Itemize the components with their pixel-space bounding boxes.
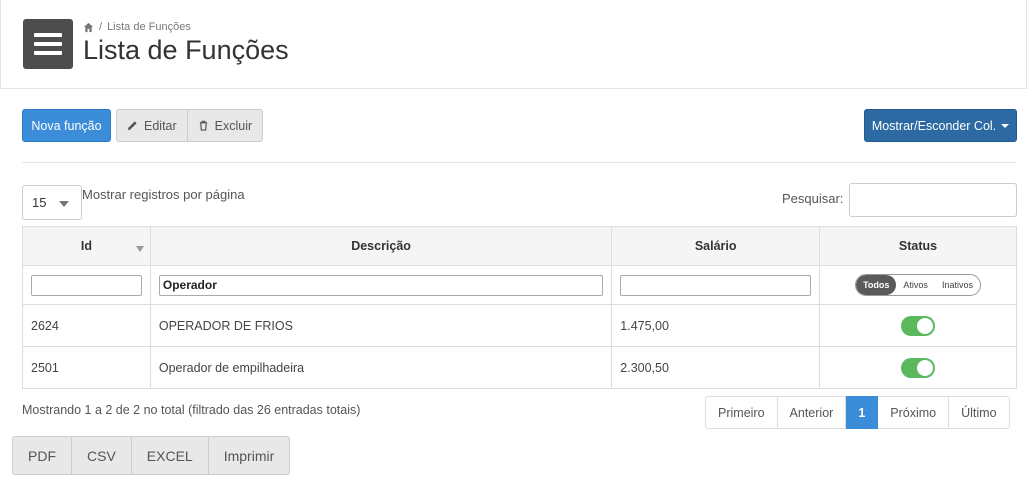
column-header-status[interactable]: Status bbox=[819, 226, 1017, 266]
export-csv-button[interactable]: CSV bbox=[72, 436, 132, 475]
status-toggle[interactable] bbox=[901, 315, 936, 336]
breadcrumb: / Lista de Funções bbox=[83, 21, 191, 33]
status-filter-ativos[interactable]: Ativos bbox=[896, 275, 935, 295]
home-icon[interactable] bbox=[83, 22, 94, 33]
search-input[interactable] bbox=[849, 183, 1017, 217]
export-excel-button[interactable]: EXCEL bbox=[131, 436, 209, 475]
column-header-id[interactable]: Id bbox=[22, 226, 151, 266]
print-button[interactable]: Imprimir bbox=[208, 436, 291, 475]
status-toggle[interactable] bbox=[901, 357, 936, 378]
table-info: Mostrando 1 a 2 de 2 no total (filtrado … bbox=[22, 403, 361, 417]
cell-id: 2624 bbox=[22, 304, 151, 347]
divider bbox=[22, 162, 1017, 163]
cell-status bbox=[819, 304, 1017, 347]
edit-delete-group: Editar Excluir bbox=[116, 109, 264, 142]
filter-descricao-input[interactable] bbox=[158, 274, 604, 296]
filter-cell-id bbox=[22, 265, 151, 305]
filter-cell-status: Todos Ativos Inativos bbox=[819, 265, 1017, 305]
pagination-last[interactable]: Último bbox=[949, 396, 1010, 429]
page-title: Lista de Funções bbox=[83, 35, 289, 65]
pagination: Primeiro Anterior 1 Próximo Último bbox=[705, 396, 1010, 429]
table-row[interactable]: 2501 Operador de empilhadeira 2.300,50 bbox=[22, 346, 1017, 389]
export-buttons: PDF CSV EXCEL Imprimir bbox=[12, 436, 291, 475]
filter-cell-salario bbox=[611, 265, 821, 305]
column-header-descricao[interactable]: Descrição bbox=[149, 226, 613, 266]
breadcrumb-separator: / bbox=[99, 21, 103, 33]
page-length-value: 15 bbox=[32, 195, 47, 210]
page-length-label: Mostrar registros por página bbox=[82, 187, 245, 202]
cell-descricao: Operador de empilhadeira bbox=[149, 346, 613, 389]
edit-button-label: Editar bbox=[144, 118, 177, 133]
cell-id: 2501 bbox=[22, 346, 151, 389]
table-row[interactable]: 2624 OPERADOR DE FRIOS 1.475,00 bbox=[22, 304, 1017, 347]
export-pdf-button[interactable]: PDF bbox=[12, 436, 72, 475]
trash-icon bbox=[199, 120, 207, 131]
breadcrumb-current: Lista de Funções bbox=[107, 21, 191, 33]
search-label: Pesquisar: bbox=[782, 191, 844, 206]
show-hide-columns-label: Mostrar/Esconder Col. bbox=[871, 118, 997, 133]
status-filter-todos[interactable]: Todos bbox=[856, 275, 897, 295]
pagination-next[interactable]: Próximo bbox=[878, 396, 950, 429]
edit-button[interactable]: Editar bbox=[116, 109, 188, 142]
column-header-salario[interactable]: Salário bbox=[611, 226, 821, 266]
hamburger-menu-icon[interactable] bbox=[23, 19, 73, 69]
caret-down-icon bbox=[1001, 123, 1010, 128]
new-function-button[interactable]: Nova função bbox=[22, 109, 111, 142]
show-hide-columns-button[interactable]: Mostrar/Esconder Col. bbox=[864, 109, 1017, 142]
cell-salario: 2.300,50 bbox=[611, 346, 821, 389]
pagination-page-1[interactable]: 1 bbox=[846, 396, 879, 429]
select-arrow-icon bbox=[59, 201, 69, 207]
filter-cell-descricao bbox=[149, 265, 613, 305]
cell-descricao: OPERADOR DE FRIOS bbox=[149, 304, 613, 347]
functions-table: Id Descrição Salário Status Todos Ativos… bbox=[22, 226, 1017, 389]
filter-id-input[interactable] bbox=[31, 274, 142, 296]
delete-button-label: Excluir bbox=[214, 118, 253, 133]
column-header-id-label: Id bbox=[80, 239, 92, 253]
pagination-previous[interactable]: Anterior bbox=[777, 396, 847, 429]
page-length-select[interactable]: 15 bbox=[22, 185, 82, 220]
cell-status bbox=[819, 346, 1017, 389]
pagination-first[interactable]: Primeiro bbox=[705, 396, 778, 429]
delete-button[interactable]: Excluir bbox=[187, 109, 264, 142]
status-filter-inativos[interactable]: Inativos bbox=[935, 275, 980, 295]
status-filter-segmented: Todos Ativos Inativos bbox=[855, 274, 981, 296]
filter-salario-input[interactable] bbox=[620, 274, 812, 296]
pencil-icon bbox=[127, 121, 137, 131]
sort-arrow-icon bbox=[135, 246, 144, 252]
page-header: / Lista de Funções Lista de Funções bbox=[0, 0, 1027, 89]
cell-salario: 1.475,00 bbox=[611, 304, 821, 347]
